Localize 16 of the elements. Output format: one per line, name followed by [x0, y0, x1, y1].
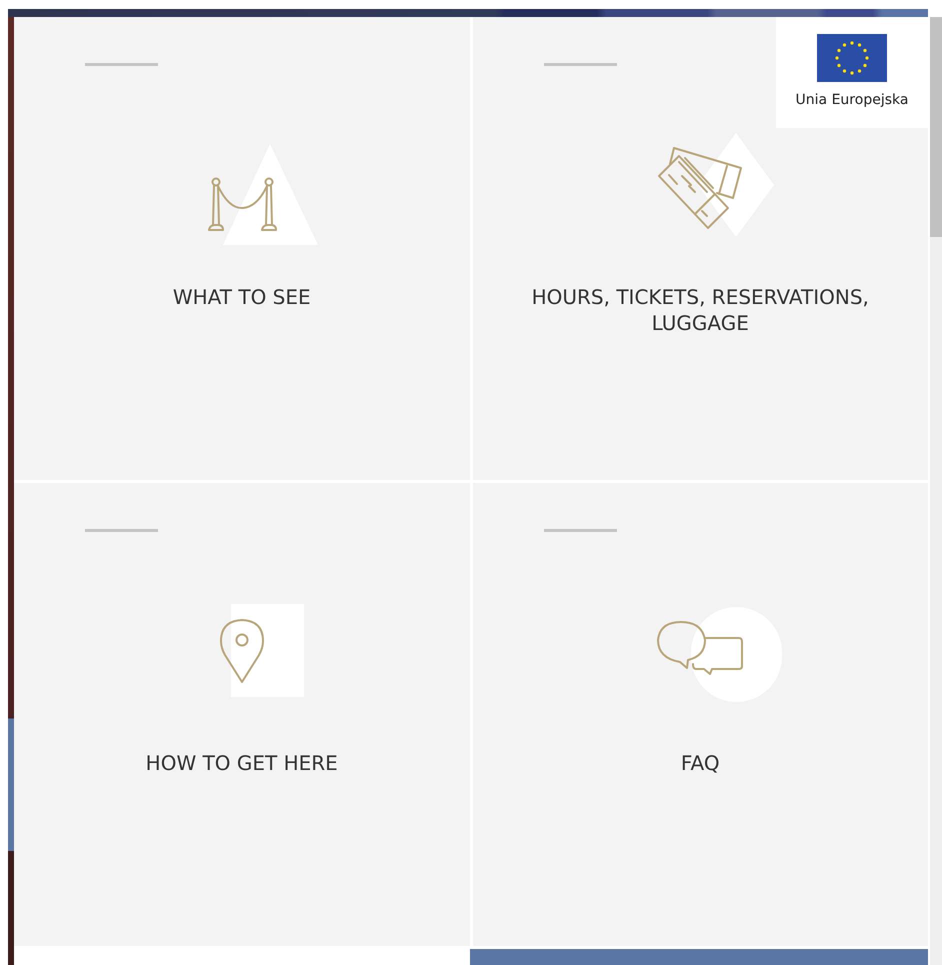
category-card[interactable]: WHAT TO SEE: [14, 17, 470, 480]
eu-flag-icon: [817, 34, 887, 82]
card-title: HOURS, TICKETS, RESERVATIONS, LUGGAGE: [530, 284, 870, 336]
eu-label: Unia Europejska: [796, 91, 908, 110]
scrollbar-thumb[interactable]: [930, 17, 942, 237]
card-title: FAQ: [680, 750, 720, 776]
category-card[interactable]: HOW TO GET HERE: [14, 483, 470, 946]
card-title: WHAT TO SEE: [172, 284, 311, 310]
rope-barrier-icon: [206, 176, 279, 232]
card-title: HOW TO GET HERE: [146, 750, 338, 776]
map-pin-icon: [218, 618, 265, 684]
scrollbar[interactable]: [930, 17, 942, 965]
eu-badge[interactable]: Unia Europejska: [776, 17, 928, 128]
category-card[interactable]: FAQ: [472, 483, 928, 946]
chat-bubbles-icon: [656, 620, 744, 676]
tickets-icon: [657, 146, 744, 232]
